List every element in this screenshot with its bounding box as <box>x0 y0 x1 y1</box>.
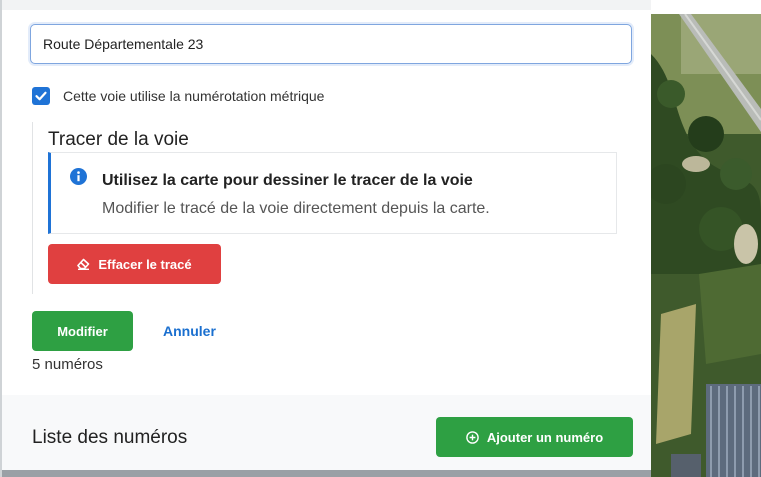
eraser-icon <box>77 258 90 270</box>
add-number-button[interactable]: Ajouter un numéro <box>436 417 633 457</box>
info-icon <box>70 168 87 185</box>
add-number-label: Ajouter un numéro <box>486 429 604 445</box>
notice-title: Utilisez la carte pour dessiner le trace… <box>102 172 473 189</box>
panel-top-strip <box>2 0 653 10</box>
road-name-input[interactable] <box>30 24 632 64</box>
plus-circle-icon <box>466 430 479 444</box>
satellite-map[interactable] <box>651 14 761 477</box>
numbers-list-title: Liste des numéros <box>32 427 188 448</box>
clear-trace-label: Effacer le tracé <box>98 256 192 272</box>
trace-title: Tracer de la voie <box>48 129 189 150</box>
trace-info-notice <box>48 152 617 234</box>
cancel-link[interactable]: Annuler <box>163 323 216 339</box>
panel-bottom-border <box>2 470 653 477</box>
check-icon <box>35 91 47 101</box>
clear-trace-button[interactable]: Effacer le tracé <box>48 244 221 284</box>
map-imagery <box>651 14 761 477</box>
metric-numbering-label[interactable]: Cette voie utilise la numérotation métri… <box>63 88 324 104</box>
modify-button[interactable]: Modifier <box>32 311 133 351</box>
metric-numbering-checkbox[interactable] <box>32 87 50 105</box>
numbers-count: 5 numéros <box>32 356 103 373</box>
notice-text: Modifier le tracé de la voie directement… <box>102 200 490 217</box>
side-panel: Cette voie utilise la numérotation métri… <box>0 0 653 477</box>
